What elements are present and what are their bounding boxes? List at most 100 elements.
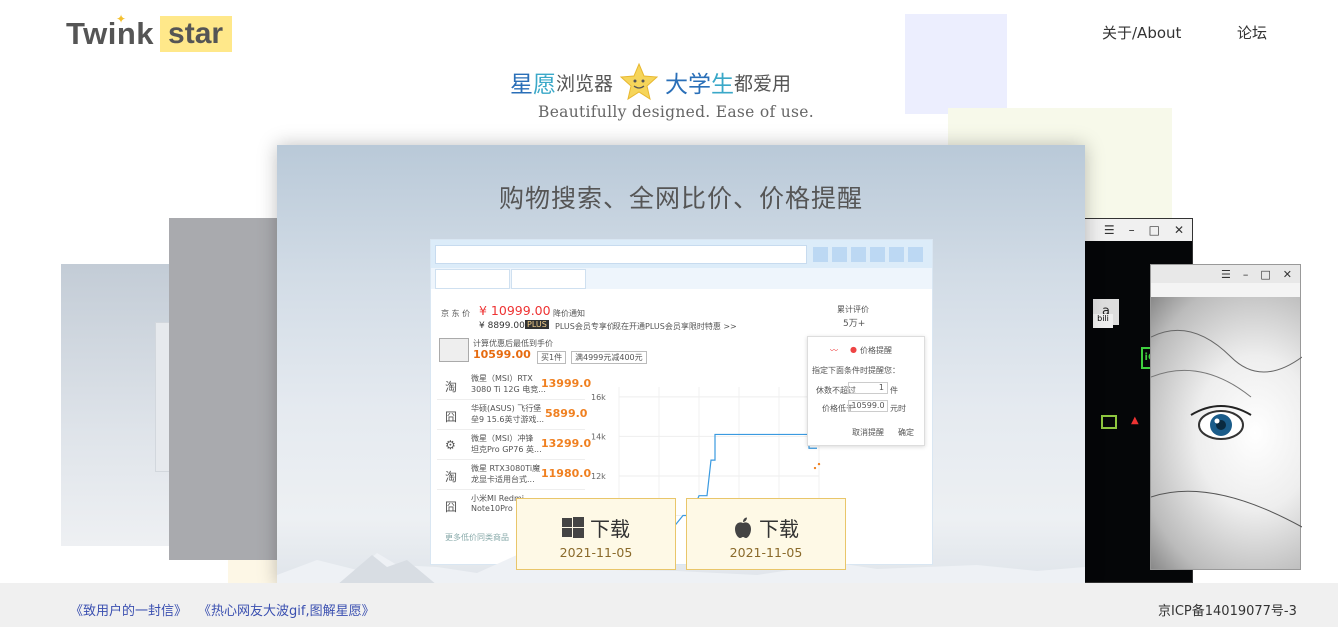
main-price: ¥ 10999.00 xyxy=(479,303,551,318)
shop-icon: 囧 xyxy=(445,500,458,514)
nav-about-link[interactable]: 关于/About xyxy=(1102,22,1181,43)
shop-icon: 淘 xyxy=(445,380,458,394)
download-label: 下载 xyxy=(590,517,630,541)
apple-icon xyxy=(735,517,751,538)
price-point xyxy=(813,466,817,470)
y-tick-label: 16k xyxy=(591,393,606,402)
popup-field-value: 1 xyxy=(848,382,888,394)
nav-forum-link[interactable]: 论坛 xyxy=(1237,22,1267,43)
popup-field-value: 10599.0 xyxy=(848,400,888,412)
download-label: 下载 xyxy=(759,517,799,541)
tagline-part: 都爱用 xyxy=(734,72,792,95)
decor-block xyxy=(905,14,1007,114)
bell-icon: ● xyxy=(850,345,857,354)
browser-tab xyxy=(511,269,586,289)
browser-screenshot: 京 东 价 ¥ 10999.00 降价通知 ¥ 8899.00 PLUS PLU… xyxy=(430,239,933,565)
item-name: 微星（MSI）冲锋 xyxy=(471,434,534,443)
video-icon xyxy=(1101,415,1117,429)
address-bar xyxy=(435,245,807,264)
price-alert-popup: 〰 ● 价格提醒 指定下面条件时提醒您： 休数不超过 1 件 价格低于 1059… xyxy=(807,336,925,446)
shop-icon: 囧 xyxy=(445,410,458,424)
brand-logo[interactable]: Twink ✦ star xyxy=(66,12,233,52)
y-tick-label: 14k xyxy=(591,432,606,441)
item-price: 11980.0 xyxy=(541,467,592,480)
browser-tab xyxy=(435,269,510,289)
alert-label: 价格提醒 xyxy=(860,346,892,355)
trend-icon: 〰 xyxy=(830,346,838,355)
calc-tag: 买1件 xyxy=(537,351,567,364)
tagline-part: 星 xyxy=(510,72,533,98)
star-mascot-icon xyxy=(619,62,659,101)
item-name: 龙显卡适用台式... xyxy=(471,475,535,484)
download-mac-button[interactable]: 下载 2021-11-05 xyxy=(686,498,846,570)
y-tick-label: 12k xyxy=(591,472,606,481)
hero-subtitle: Beautifully designed. Ease of use. xyxy=(538,103,814,121)
plus-promo-link: 现在开通PLUS会员享限时特惠 >> xyxy=(613,322,737,331)
list-item: 淘 微星 RTX3080Ti魔 龙显卡适用台式... 11980.0 xyxy=(437,460,591,490)
icp-license: 京ICP备14019077号-3 xyxy=(1158,604,1297,619)
price-point xyxy=(817,462,821,466)
tagline-part: 生 xyxy=(711,72,735,98)
popup-cancel-button: 取消提醒 xyxy=(852,428,884,437)
list-item: 淘 微星（MSI）RTX 3080 Ti 12G 电竞... 13999.0 xyxy=(437,370,591,400)
footer-gif-link[interactable]: 《热心网友大波gif,图解星愿》 xyxy=(198,600,375,619)
toolbar-button xyxy=(870,247,885,262)
release-date: 2021-11-05 xyxy=(729,545,803,560)
item-price: 5899.0 xyxy=(545,407,588,420)
bilibili-icon: bili xyxy=(1093,314,1113,328)
download-windows-button[interactable]: 下载 2021-11-05 xyxy=(516,498,676,570)
shop-icon: 淘 xyxy=(445,470,458,484)
popup-title: 指定下面条件时提醒您： xyxy=(812,366,900,375)
carousel-slide-right-far[interactable]: ☰ – □ ✕ xyxy=(1150,264,1303,570)
minimize-icon: – xyxy=(1128,223,1135,237)
browser-toolbar xyxy=(431,240,932,268)
toolbar-button xyxy=(889,247,904,262)
maximize-icon: □ xyxy=(1260,267,1271,281)
calc-icon xyxy=(439,338,469,362)
item-name: 微星（MSI）RTX xyxy=(471,374,533,383)
item-price: 13999.0 xyxy=(541,377,592,390)
menu-icon: ☰ xyxy=(1103,223,1115,237)
shop-icon: ⚙ xyxy=(445,438,456,452)
menu-icon: ☰ xyxy=(1221,267,1231,281)
brand-logo-part2: star xyxy=(160,16,233,52)
download-label-row: 下载 xyxy=(687,513,845,542)
download-label-row: 下载 xyxy=(517,513,675,542)
toolbar-button xyxy=(908,247,923,262)
close-icon: ✕ xyxy=(1282,267,1292,281)
item-name: 3080 Ti 12G 电竞... xyxy=(471,385,546,394)
brand-logo-part1: Twink xyxy=(66,16,155,51)
list-item: ⚙ 微星（MSI）冲锋 坦克Pro GP76 英... 13299.0 xyxy=(437,430,591,460)
mountain-background xyxy=(277,553,1085,585)
item-name: 垒9 15.6英寸游戏... xyxy=(471,415,545,424)
feature-slide: 购物搜索、全网比价、价格提醒 京 东 价 ¥ 10999.00 降价通知 ¥ 8… xyxy=(277,145,1085,585)
review-label: 累计评价 xyxy=(837,305,869,314)
calc-tag: 满4999元减400元 xyxy=(571,351,647,364)
plus-badge: PLUS xyxy=(525,320,549,329)
footer-letter-link[interactable]: 《致用户的一封信》 xyxy=(70,600,187,619)
item-name: 坦克Pro GP76 英... xyxy=(471,445,542,454)
popup-ok-button: 确定 xyxy=(898,428,914,437)
anime-eye-illustration xyxy=(1150,329,1303,528)
jd-price-label: 京 东 价 xyxy=(441,309,471,318)
item-name: 微星 RTX3080Ti魔 xyxy=(471,464,541,473)
tagline-part: 大学 xyxy=(665,72,712,98)
price-notice: 降价通知 xyxy=(553,309,585,318)
minimize-icon: – xyxy=(1242,267,1249,281)
brand-icon: ▲ xyxy=(1131,415,1139,426)
close-icon: ✕ xyxy=(1173,223,1184,237)
calc-price: 10599.00 xyxy=(473,348,531,361)
sparkle-icon: ✦ xyxy=(116,12,127,26)
anime-artwork xyxy=(1150,297,1303,569)
item-price: 13299.0 xyxy=(541,437,592,450)
feature-title: 购物搜索、全网比价、价格提醒 xyxy=(498,184,863,213)
popup-field-unit: 件 xyxy=(890,386,898,395)
hero-tagline: 星 愿 浏览器 大学 生 都爱用 xyxy=(510,62,791,102)
maximize-icon: □ xyxy=(1148,223,1160,237)
toolbar-button xyxy=(851,247,866,262)
release-date: 2021-11-05 xyxy=(559,545,633,560)
windows-icon xyxy=(562,516,584,538)
tagline-part: 浏览器 xyxy=(556,72,614,95)
toolbar-button xyxy=(813,247,828,262)
list-item: 囧 华硕(ASUS) 飞行堡 垒9 15.6英寸游戏... 5899.0 xyxy=(437,400,588,430)
